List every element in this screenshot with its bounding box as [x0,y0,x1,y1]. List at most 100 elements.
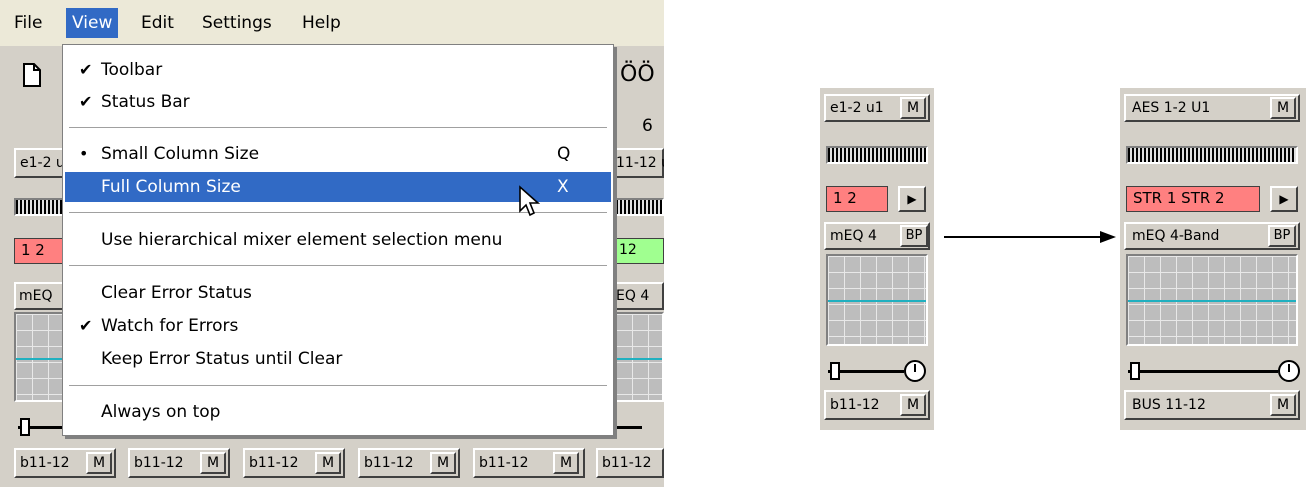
menu-item-small-column-size[interactable]: • Small Column Size Q [65,139,611,169]
play-button[interactable]: ▶ [898,186,926,212]
menu-item-always-on-top[interactable]: Always on top [65,397,611,427]
strip-input-cell[interactable]: e1-2 u [14,148,65,178]
eq-cell[interactable]: EQ 4 [612,282,664,310]
shortcut-label: Q [557,144,571,164]
eq-graph[interactable] [614,312,664,402]
menu-item-hierarchical-selection[interactable]: Use hierarchical mixer element selection… [65,225,611,255]
eq-label: EQ 4 [616,288,650,304]
strip-output-cell[interactable]: b11-12 M [358,448,460,478]
level-meter [614,198,664,216]
pan-dial-icon[interactable] [904,360,926,382]
strip-output-label: b11-12 [20,455,70,471]
menu-item-toolbar[interactable]: ✔ Toolbar [65,55,611,85]
strip-output-cell[interactable]: b11-12 M [14,448,116,478]
strip-output-label: b11-12 [249,455,299,471]
fader[interactable] [1128,360,1300,382]
check-icon: ✔ [79,92,93,111]
fader[interactable] [828,360,926,382]
mixer-app-window: File View Edit Settings Help ÖÖ 6 e1-2 u… [0,0,664,487]
strip-output-label: BUS 11-12 [1132,397,1206,413]
mute-button[interactable]: M [430,452,456,474]
strip-output-label: b11-12 [479,455,529,471]
menu-item-clear-error-status[interactable]: Clear Error Status [65,278,611,308]
menu-edit[interactable]: Edit [135,8,180,38]
mute-button[interactable]: M [200,452,226,474]
strip-input-label: AES 1-2 U1 [1132,100,1211,116]
columns-icon[interactable]: ÖÖ [620,62,655,87]
bypass-button[interactable]: BP [1268,225,1296,247]
strip-output-cell[interactable]: b11-12 M [473,448,585,478]
strip-output-label: b11-12 [602,455,652,471]
strip-output-cell[interactable]: b11-12 M [243,448,345,478]
level-meter [14,198,64,216]
shortcut-label: X [557,177,569,197]
menu-separator [69,127,607,129]
strip-output-cell[interactable]: b11-12 M [824,390,930,420]
route-cell[interactable]: 12 [614,238,664,264]
menu-item-status-bar[interactable]: ✔ Status Bar [65,87,611,117]
eq-label: mEQ [19,288,53,304]
eq-graph[interactable] [1126,254,1298,346]
menu-item-label: Keep Error Status until Clear [101,349,343,369]
strip-output-cell[interactable]: b11-12 [596,448,664,478]
strip-output-label: b11-12 [364,455,414,471]
menu-file[interactable]: File [8,8,48,38]
menu-item-watch-for-errors[interactable]: ✔ Watch for Errors [65,311,611,341]
arrow-icon [944,228,1116,250]
radio-bullet-icon: • [79,144,89,163]
play-button[interactable]: ▶ [1270,186,1298,212]
new-document-icon[interactable] [22,62,42,94]
route-cell[interactable]: STR 1 STR 2 [1126,186,1260,212]
strip-input-cell[interactable]: 11-12 u [612,148,664,178]
strip-input-cell[interactable]: e1-2 u1 M [824,94,930,122]
route-cell[interactable]: 1 2 [14,238,64,264]
menu-view[interactable]: View [66,8,119,38]
menu-item-label: Full Column Size [101,177,241,197]
eq-cell[interactable]: mEQ 4-Band BP [1124,222,1300,250]
level-meter [1126,146,1298,164]
eq-curve [16,358,62,360]
fader-knob[interactable] [20,418,30,436]
eq-graph[interactable] [14,312,64,402]
fader-knob[interactable] [830,362,840,380]
strip-input-cell[interactable]: AES 1-2 U1 M [1124,94,1300,122]
small-column-strip: e1-2 u1 M 1 2 ▶ mEQ 4 BP b11-12 M [820,88,934,430]
mute-button[interactable]: M [900,97,926,119]
menu-separator [69,265,607,267]
mute-button[interactable]: M [315,452,341,474]
strip-output-cell[interactable]: BUS 11-12 M [1124,390,1300,420]
menu-item-label: Use hierarchical mixer element selection… [101,230,503,250]
fader-knob[interactable] [1130,362,1140,380]
strip-input-label: 11-12 u [616,155,664,171]
eq-label: mEQ 4 [830,228,877,244]
mute-button[interactable]: M [1270,394,1296,416]
column-number: 6 [642,116,653,136]
menu-item-label: Watch for Errors [101,316,239,336]
menu-settings[interactable]: Settings [196,8,278,38]
mute-button[interactable]: M [900,394,926,416]
menu-item-label: Small Column Size [101,144,260,164]
eq-cell[interactable]: mEQ 4 BP [824,222,930,250]
menu-item-keep-error-status[interactable]: Keep Error Status until Clear [65,344,611,374]
menu-item-label: Always on top [101,402,221,422]
menu-item-label: Status Bar [101,92,190,112]
eq-cell[interactable]: mEQ [14,282,64,310]
level-meter [826,146,928,164]
strip-output-cell[interactable]: b11-12 M [128,448,230,478]
strip-input-label: e1-2 u [20,155,65,171]
menu-help[interactable]: Help [296,8,347,38]
full-column-strip: AES 1-2 U1 M STR 1 STR 2 ▶ mEQ 4-Band BP… [1120,88,1306,430]
mute-button[interactable]: M [1270,97,1296,119]
bypass-button[interactable]: BP [900,225,928,247]
menu-item-label: Toolbar [101,60,163,80]
pan-dial-icon[interactable] [1278,360,1300,382]
mute-button[interactable]: M [86,452,112,474]
eq-label: mEQ 4-Band [1132,228,1220,244]
eq-graph[interactable] [826,254,928,346]
route-cell[interactable]: 1 2 [826,186,888,212]
check-icon: ✔ [79,316,93,335]
mute-button[interactable]: M [553,452,579,474]
eq-curve [828,300,926,302]
menu-item-label: Clear Error Status [101,283,252,303]
menu-separator [69,385,607,387]
